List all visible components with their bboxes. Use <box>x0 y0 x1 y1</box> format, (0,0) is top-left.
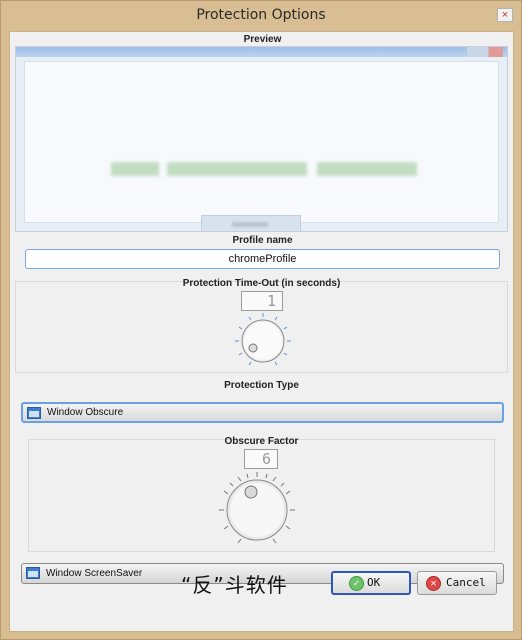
preview-blurred-text <box>317 162 417 176</box>
profile-name-input[interactable]: chromeProfile <box>25 249 500 269</box>
cancel-label: Cancel <box>446 576 486 589</box>
ok-label: OK <box>367 576 381 589</box>
obscure-factor-dial[interactable] <box>217 470 297 550</box>
close-button[interactable]: × <box>497 8 513 22</box>
cancel-button[interactable]: ✕ Cancel <box>417 571 497 595</box>
watermark-text: “反”斗软件 <box>181 573 288 597</box>
obscure-factor-group: Obscure Factor 6 <box>28 436 495 552</box>
obscure-factor-display: 6 <box>244 449 278 469</box>
title-bar[interactable]: Protection Options × <box>1 1 521 31</box>
window-obscure-label: Window Obscure <box>47 407 124 418</box>
window-obscure-button[interactable]: Window Obscure <box>21 402 504 423</box>
profile-name-label: Profile name <box>232 235 293 246</box>
checkmark-icon: ✓ <box>349 576 364 591</box>
timeout-dial[interactable] <box>233 311 293 371</box>
timeout-label: Protection Time-Out (in seconds) <box>182 278 341 289</box>
window-icon <box>27 407 41 419</box>
preview-blurred-button <box>201 215 301 231</box>
protection-options-window: Protection Options × Preview Profile nam… <box>0 0 522 640</box>
close-icon: × <box>501 9 509 21</box>
preview-blurred-text <box>111 162 159 176</box>
preview-image <box>15 46 508 232</box>
protection-type-label: Protection Type <box>224 380 299 391</box>
obscure-factor-label: Obscure Factor <box>224 436 299 447</box>
ok-button[interactable]: ✓ OK <box>331 571 411 595</box>
preview-content <box>24 61 499 223</box>
x-circle-icon: ✕ <box>426 576 441 591</box>
timeout-group: Protection Time-Out (in seconds) 1 <box>15 278 508 373</box>
timeout-display: 1 <box>241 291 283 311</box>
window-screensaver-label: Window ScreenSaver <box>46 568 143 579</box>
preview-titlebar <box>16 47 507 57</box>
dialog-body: Preview Profile name chromeProfile Prote… <box>9 31 514 632</box>
preview-blurred-text <box>167 162 307 176</box>
window-title: Protection Options <box>196 7 326 23</box>
preview-window-controls <box>467 47 503 57</box>
window-icon <box>26 567 40 579</box>
preview-label: Preview <box>243 34 282 45</box>
